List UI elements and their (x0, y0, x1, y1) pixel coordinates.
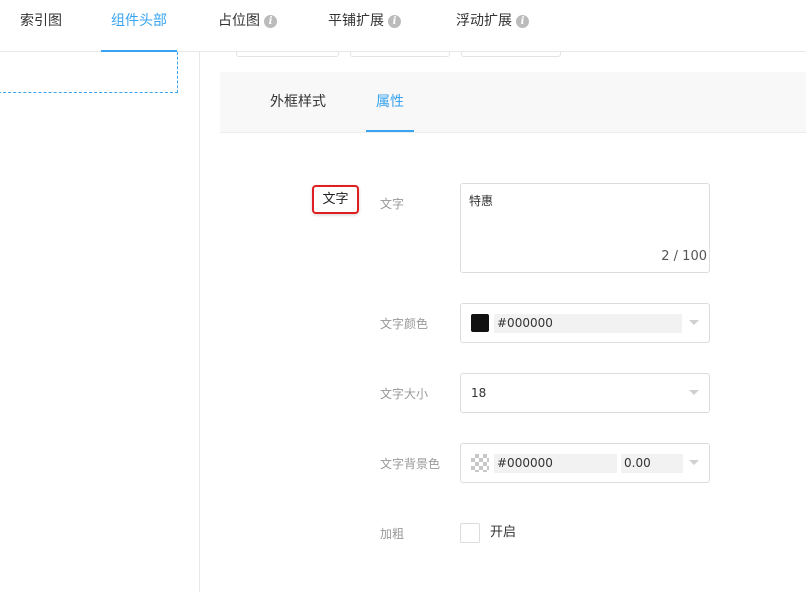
option-box[interactable] (236, 52, 339, 57)
top-tab-bar: 索引图 组件头部 占位图 i 平铺扩展 i 浮动扩展 i (0, 0, 806, 52)
component-preview-panel (0, 52, 200, 592)
tab-border-style[interactable]: 外框样式 (270, 72, 326, 132)
text-size-label: 文字大小 (380, 387, 429, 401)
tab-index-image[interactable]: 索引图 (20, 0, 62, 52)
text-preview-tag: 文字 (312, 185, 359, 214)
color-swatch[interactable] (471, 314, 489, 332)
bold-label: 加粗 (380, 527, 405, 541)
bg-hex-value[interactable]: #000000 (494, 454, 617, 473)
chevron-down-icon[interactable] (689, 390, 699, 395)
tab-label: 占位图 (218, 13, 260, 29)
text-bg-color-picker[interactable]: #000000 0.00 (460, 443, 710, 483)
tab-placeholder-image[interactable]: 占位图 i (218, 0, 277, 52)
tab-label: 平铺扩展 (328, 13, 384, 29)
text-label: 文字 (380, 197, 405, 211)
selected-component-outline[interactable] (0, 52, 178, 93)
text-size-select[interactable]: 18 (460, 373, 710, 413)
info-icon[interactable]: i (516, 15, 529, 28)
tab-label: 属性 (376, 94, 404, 110)
text-bg-color-label: 文字背景色 (380, 457, 441, 471)
tab-float-extension[interactable]: 浮动扩展 i (456, 0, 529, 52)
color-hex-value[interactable]: #000000 (494, 314, 682, 333)
text-color-label: 文字颜色 (380, 317, 429, 331)
settings-sub-tabs: 外框样式 属性 (220, 72, 806, 133)
bold-checkbox[interactable] (460, 523, 480, 543)
tab-label: 索引图 (20, 13, 62, 29)
info-icon[interactable]: i (264, 15, 277, 28)
chevron-down-icon[interactable] (689, 460, 699, 465)
settings-panel: 外框样式 属性 文字 文字 特惠 2 / 100 文字颜色 #000000 文字… (220, 52, 806, 592)
text-color-picker[interactable]: #000000 (460, 303, 710, 343)
info-icon[interactable]: i (388, 15, 401, 28)
transparent-swatch[interactable] (471, 454, 489, 472)
text-value: 特惠 (469, 194, 494, 208)
tab-label: 外框样式 (270, 94, 326, 110)
bold-option-label[interactable]: 开启 (490, 524, 516, 542)
page: 索引图 组件头部 占位图 i 平铺扩展 i 浮动扩展 i 外框样式 属性 文字 … (0, 0, 806, 592)
bg-alpha-value[interactable]: 0.00 (621, 454, 683, 473)
text-input[interactable]: 特惠 2 / 100 (460, 183, 710, 273)
tab-component-header[interactable]: 组件头部 (101, 0, 177, 52)
text-size-value: 18 (471, 386, 487, 400)
option-box[interactable] (350, 52, 450, 57)
tab-label: 浮动扩展 (456, 13, 512, 29)
char-counter: 2 / 100 (661, 249, 707, 264)
tab-properties[interactable]: 属性 (366, 72, 414, 132)
tab-label: 组件头部 (111, 13, 167, 29)
option-box[interactable] (461, 52, 561, 57)
chevron-down-icon[interactable] (689, 320, 699, 325)
tab-tile-extension[interactable]: 平铺扩展 i (328, 0, 401, 52)
